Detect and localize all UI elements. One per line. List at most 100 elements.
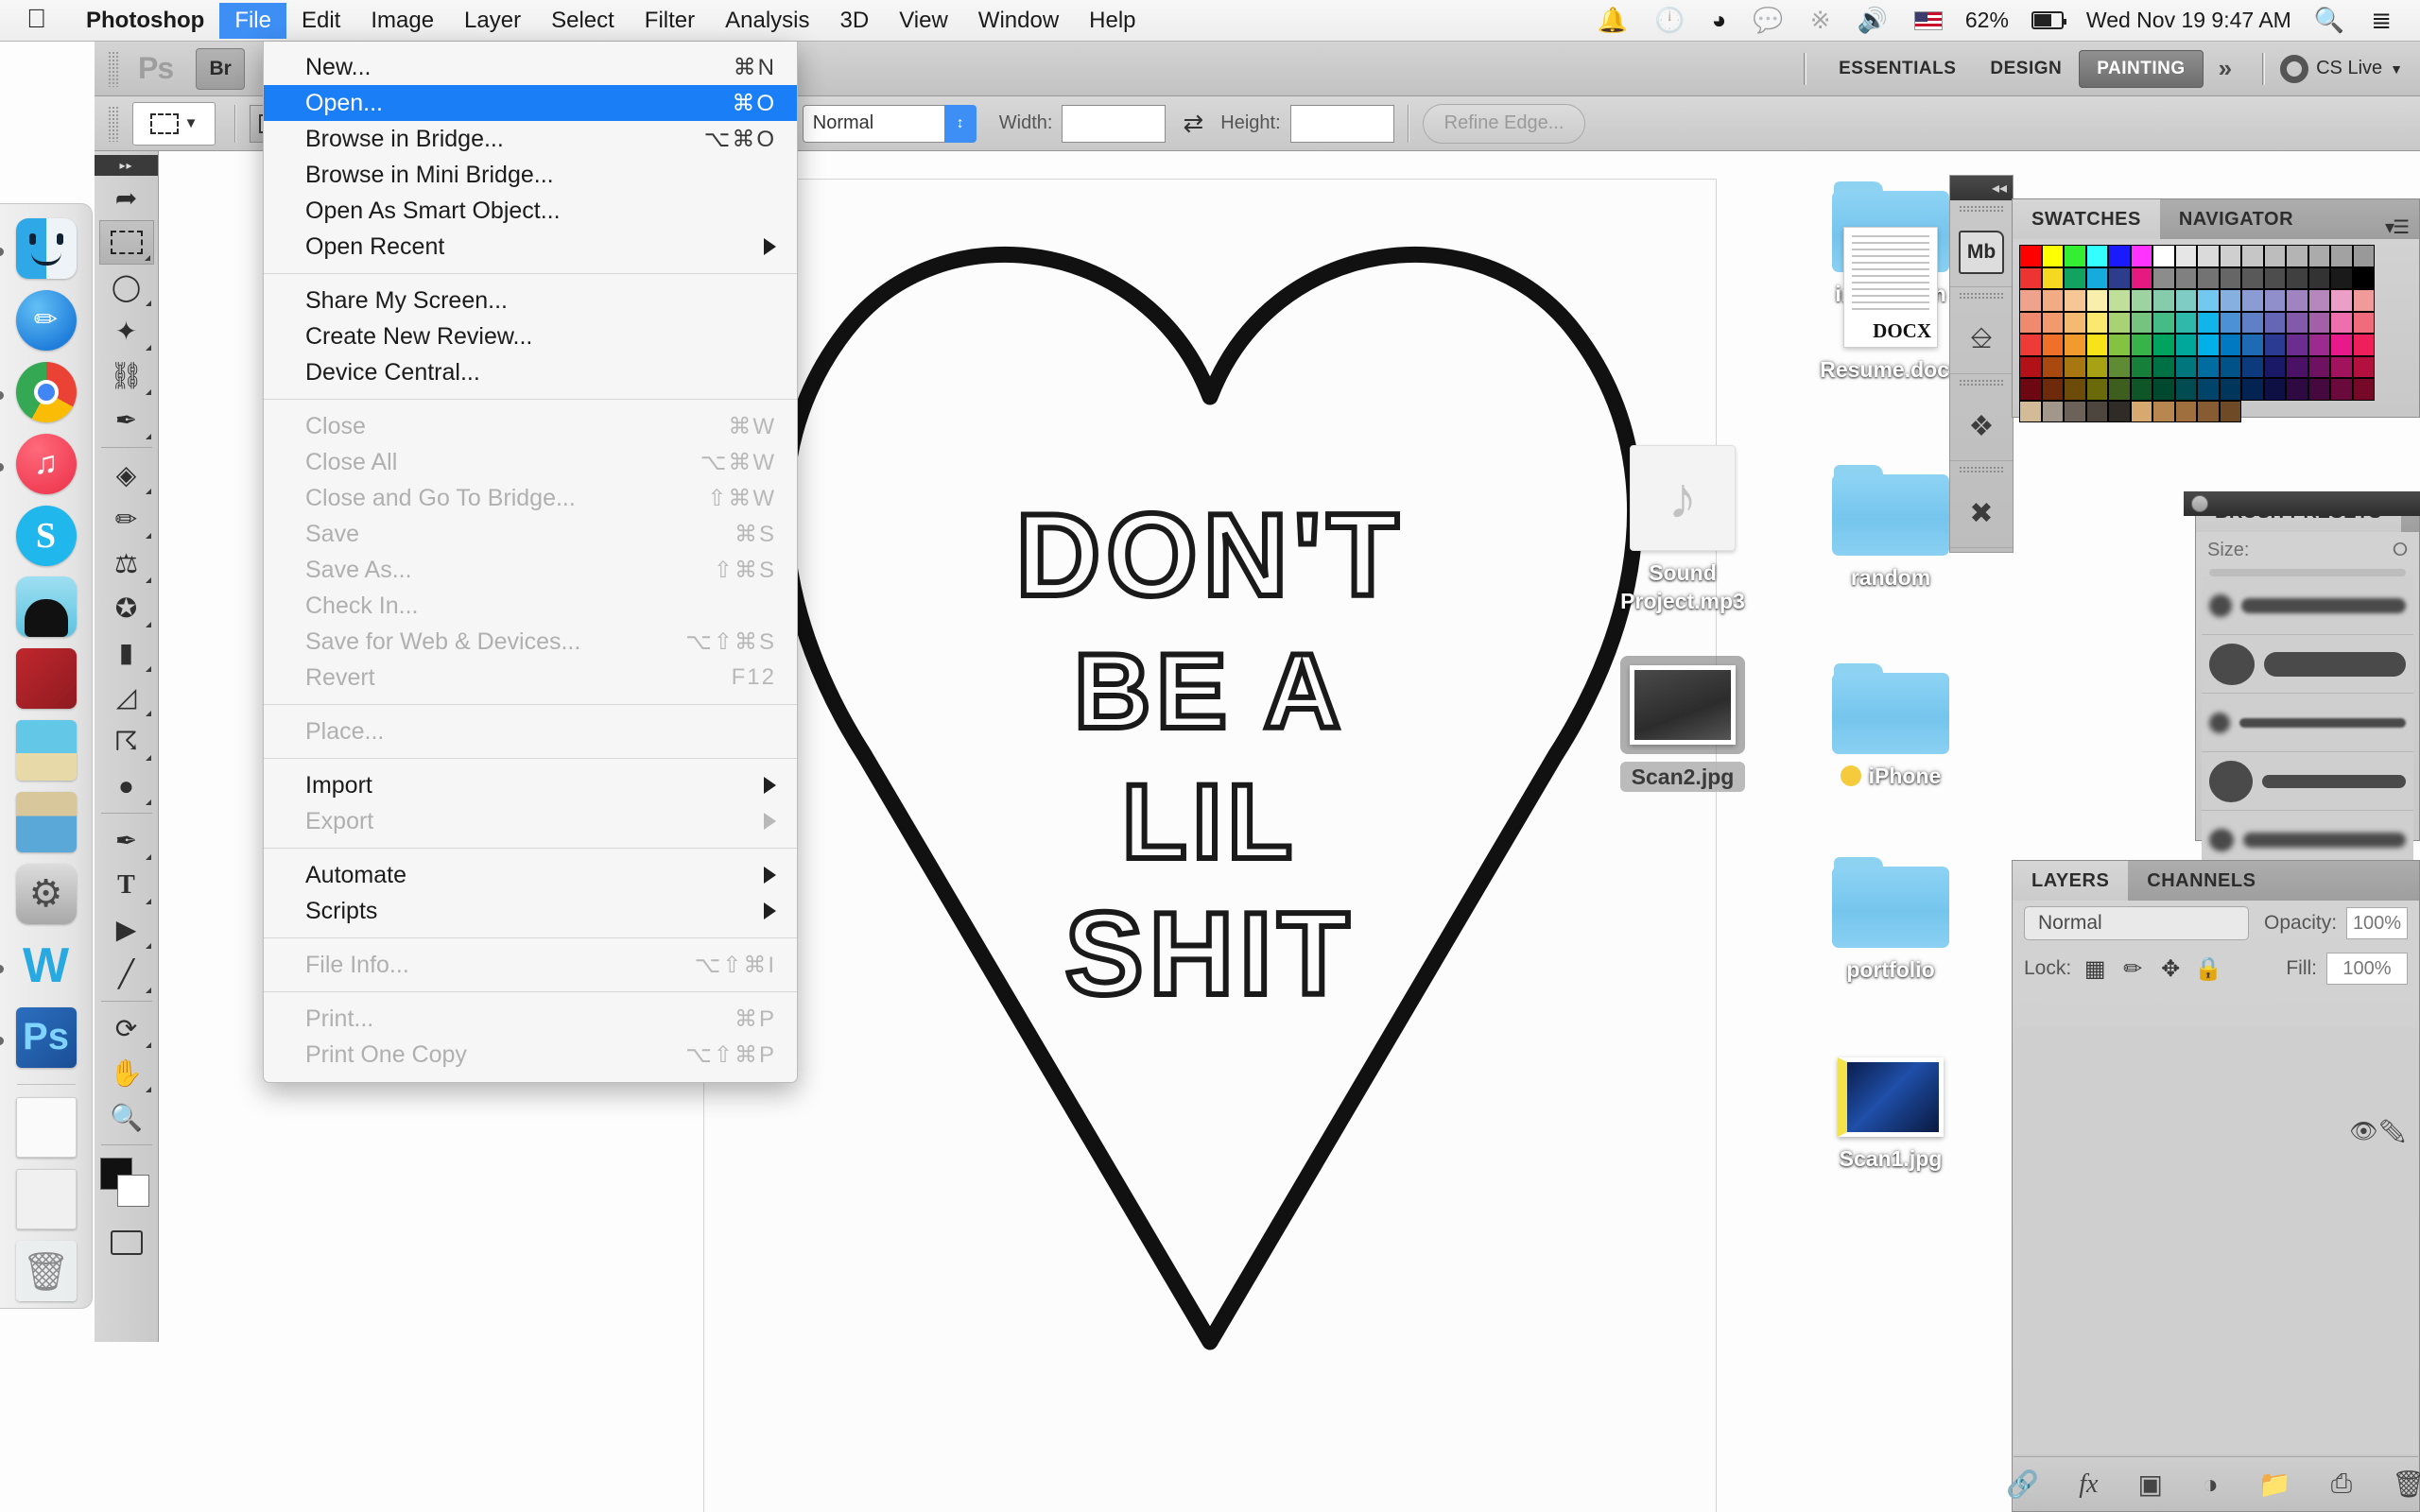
background-color-swatch[interactable] [117, 1175, 149, 1207]
battery-percent[interactable]: 62% [1956, 8, 2018, 33]
color-swatch[interactable] [2152, 334, 2175, 356]
color-swatch[interactable] [2042, 401, 2065, 423]
style-select[interactable]: Normal ↕ [803, 105, 977, 143]
menu-window[interactable]: Window [963, 3, 1074, 39]
dock-item-app-store[interactable]: ✏ [10, 289, 82, 352]
color-swatch[interactable] [2131, 401, 2153, 423]
color-swatch[interactable] [2197, 312, 2220, 335]
color-swatch[interactable] [2241, 245, 2264, 267]
desktop-icon-sound-project[interactable]: ♪ Sound Project.mp3 [1588, 439, 1777, 615]
dock-item-finder[interactable] [10, 217, 82, 280]
color-swatch[interactable] [2308, 245, 2331, 267]
tool-gradient[interactable]: ◿ [99, 675, 154, 719]
color-swatch[interactable] [2241, 378, 2264, 401]
color-swatch[interactable] [2152, 378, 2175, 401]
color-swatch[interactable] [2286, 289, 2308, 312]
tool-dodge[interactable]: ● [99, 764, 154, 808]
color-swatch[interactable] [2108, 312, 2131, 335]
optionsbar-grip-handle[interactable] [108, 106, 119, 142]
menu-item-automate[interactable]: Automate [264, 857, 797, 893]
color-swatch[interactable] [2353, 334, 2376, 356]
color-swatch[interactable] [2131, 356, 2153, 379]
color-swatch[interactable] [2042, 356, 2065, 379]
brush-preset-item[interactable] [2202, 752, 2413, 811]
color-swatch[interactable] [2175, 356, 2198, 379]
color-swatch[interactable] [2042, 267, 2065, 290]
foreground-background-color-swatches[interactable] [100, 1158, 153, 1211]
color-swatch[interactable] [2286, 356, 2308, 379]
color-swatch[interactable] [2108, 356, 2131, 379]
color-swatch[interactable] [2220, 312, 2242, 335]
tool-lasso[interactable]: ◯ [99, 265, 154, 309]
color-swatch[interactable] [2042, 289, 2065, 312]
menu-bar-clock[interactable]: Wed Nov 19 9:47 AM [2077, 8, 2301, 33]
color-swatch[interactable] [2308, 312, 2331, 335]
color-swatch[interactable] [2086, 312, 2109, 335]
color-swatch[interactable] [2019, 334, 2042, 356]
color-swatch[interactable] [2241, 289, 2264, 312]
tool-crop[interactable]: ⛓ [99, 353, 154, 398]
menu-item-share-my-screen[interactable]: Share My Screen... [264, 283, 797, 318]
color-swatch[interactable] [2064, 289, 2086, 312]
double-arrow-right-icon[interactable]: ▸▸ [95, 155, 158, 176]
swap-arrows-icon[interactable]: ⇄ [1183, 109, 1203, 138]
new-group-icon[interactable]: 📁 [2258, 1469, 2291, 1500]
tool-eyedropper[interactable]: ✒ [99, 398, 154, 442]
fill-value[interactable]: 100% [2326, 953, 2408, 985]
color-swatch[interactable] [2108, 401, 2131, 423]
color-swatch[interactable] [2064, 401, 2086, 423]
color-swatch[interactable] [2308, 289, 2331, 312]
swatch-grid[interactable] [2013, 239, 2381, 428]
tool-blur[interactable]: ☈ [99, 719, 154, 764]
tool-history-brush[interactable]: ✪ [99, 586, 154, 630]
file-menu-dropdown[interactable]: New...⌘NOpen...⌘OBrowse in Bridge...⌥⌘OB… [263, 42, 798, 1083]
color-swatch[interactable] [2064, 312, 2086, 335]
color-swatch[interactable] [2220, 401, 2242, 423]
new-layer-icon[interactable]: ⎙ [2331, 1469, 2352, 1500]
dock-item-photo-booth[interactable] [10, 647, 82, 710]
color-swatch[interactable] [2220, 289, 2242, 312]
color-swatch[interactable] [2286, 245, 2308, 267]
dock-item-trash[interactable]: 🗑 [10, 1240, 82, 1302]
tool-brush[interactable]: ✏ [99, 497, 154, 541]
dock-item-iphoto[interactable] [10, 719, 82, 782]
menu-item-scripts[interactable]: Scripts [264, 893, 797, 929]
panel-clone-source[interactable]: ❖ [1950, 374, 2013, 461]
dock-item-skype[interactable]: S [10, 505, 82, 567]
color-swatch[interactable] [2220, 267, 2242, 290]
desktop-icon-iphone[interactable]: iPhone [1796, 643, 1985, 790]
color-swatch[interactable] [2131, 378, 2153, 401]
layer-mask-icon[interactable]: ▣ [2137, 1469, 2162, 1500]
color-swatch[interactable] [2152, 245, 2175, 267]
color-swatch[interactable] [2086, 356, 2109, 379]
color-swatch[interactable] [2042, 334, 2065, 356]
menu-item-browse-in-bridge[interactable]: Browse in Bridge...⌥⌘O [264, 121, 797, 157]
menu-image[interactable]: Image [355, 3, 449, 39]
desktop-icon-scan1[interactable]: Scan1.jpg [1796, 1025, 1985, 1173]
color-swatch[interactable] [2064, 356, 2086, 379]
color-swatch[interactable] [2197, 378, 2220, 401]
color-swatch[interactable] [2131, 289, 2153, 312]
color-swatch[interactable] [2220, 245, 2242, 267]
tool-hand[interactable]: ✋ [99, 1051, 154, 1095]
color-swatch[interactable] [2241, 334, 2264, 356]
color-swatch[interactable] [2108, 334, 2131, 356]
layer-visibility-icon[interactable]: 👁✏ [2349, 1118, 2407, 1145]
color-swatch[interactable] [2220, 334, 2242, 356]
battery-icon[interactable] [2018, 11, 2077, 29]
color-swatch[interactable] [2042, 378, 2065, 401]
layer-list[interactable]: 👁✏ [2014, 1027, 2418, 1454]
color-swatch[interactable] [2175, 245, 2198, 267]
color-swatch[interactable] [2108, 267, 2131, 290]
color-swatch[interactable] [2131, 267, 2153, 290]
apple-icon[interactable]:  [0, 6, 71, 32]
color-swatch[interactable] [2019, 245, 2042, 267]
dock-item-app-avatar[interactable] [10, 576, 82, 638]
panel-menu-icon[interactable]: ▾☰ [2385, 215, 2408, 239]
desktop-icon-scan2[interactable]: Scan2.jpg [1588, 643, 1777, 792]
link-layers-icon[interactable]: 🔗 [2006, 1469, 2039, 1500]
color-swatch[interactable] [2330, 312, 2353, 335]
color-swatch[interactable] [2241, 356, 2264, 379]
lock-image-icon[interactable]: ✏ [2118, 954, 2147, 983]
tool-move[interactable]: ➦ [99, 176, 154, 220]
